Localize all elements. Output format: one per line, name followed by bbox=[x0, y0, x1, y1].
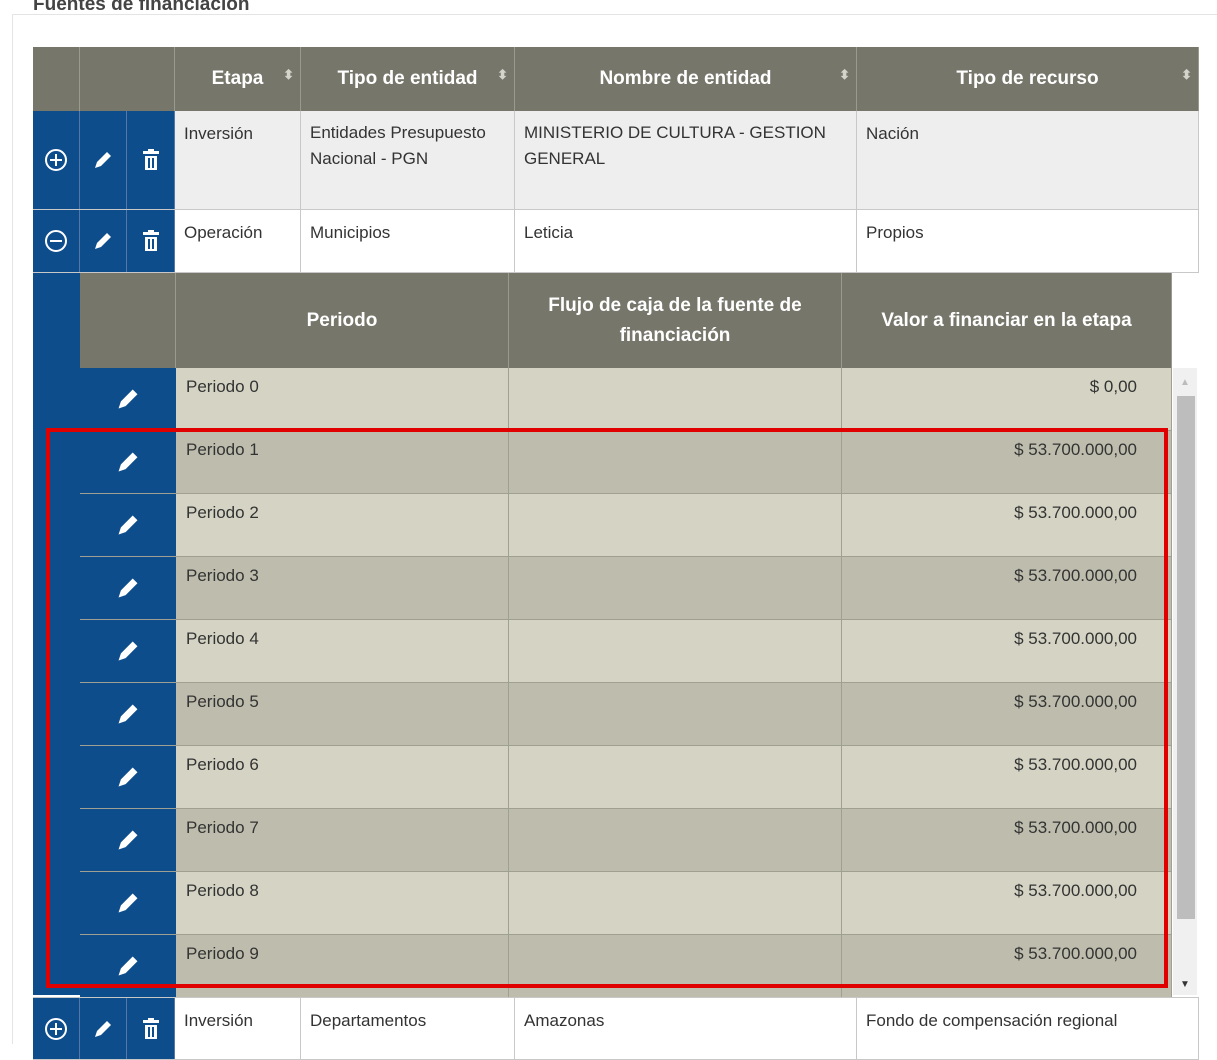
header-tipo-recurso[interactable]: Tipo de recurso ⬍ bbox=[857, 47, 1199, 111]
trash-icon bbox=[142, 1017, 159, 1040]
cell-etapa: Inversión bbox=[175, 111, 301, 209]
cell-tipo-entidad: Municipios bbox=[301, 210, 515, 272]
pencil-icon bbox=[95, 233, 111, 249]
header-nombre-entidad[interactable]: Nombre de entidad ⬍ bbox=[515, 47, 857, 111]
collapse-button[interactable] bbox=[33, 210, 80, 272]
plus-circle-icon bbox=[45, 1017, 67, 1040]
cell-valor: $ 0,00 bbox=[842, 368, 1172, 430]
financing-sources-table: Etapa ⬍ Tipo de entidad ⬍ Nombre de entida… bbox=[33, 47, 1199, 273]
section-title: Fuentes de financiación bbox=[33, 0, 250, 15]
cell-nombre-entidad: Leticia bbox=[515, 210, 857, 272]
header-tipo-entidad[interactable]: Tipo de entidad ⬍ bbox=[301, 47, 515, 111]
sort-icon[interactable]: ⬍ bbox=[497, 68, 508, 81]
cell-periodo: Periodo 0 bbox=[176, 368, 509, 430]
header-flujo: Flujo de caja de la fuente de financiaci… bbox=[509, 273, 842, 368]
sort-icon[interactable]: ⬍ bbox=[283, 68, 294, 81]
cell-tipo-entidad: Entidades Presupuesto Nacional - PGN bbox=[301, 111, 515, 209]
pencil-icon bbox=[118, 389, 138, 409]
scroll-down-arrow-icon[interactable]: ▼ bbox=[1180, 979, 1190, 990]
cell-nombre-entidad: MINISTERIO DE CULTURA - GESTION GENERAL bbox=[515, 111, 857, 209]
edit-button[interactable] bbox=[80, 111, 127, 209]
header-nombre-entidad-label: Nombre de entidad bbox=[599, 68, 772, 89]
table-row: Inversión Entidades Presupuesto Nacional… bbox=[33, 111, 1199, 210]
sort-icon[interactable]: ⬍ bbox=[1181, 68, 1192, 81]
edit-button[interactable] bbox=[80, 210, 127, 272]
financing-sources-table-continued: Inversión Departamentos Amazonas Fondo d… bbox=[33, 997, 1199, 1060]
table-row-expanded: Operación Municipios Leticia Propios bbox=[33, 210, 1199, 273]
period-row: Periodo 0 $ 0,00 bbox=[80, 368, 1172, 431]
header-etapa[interactable]: Etapa ⬍ bbox=[175, 47, 301, 111]
minus-circle-icon bbox=[45, 230, 67, 252]
expand-button[interactable] bbox=[33, 998, 80, 1059]
delete-button[interactable] bbox=[127, 111, 175, 209]
header-periodo: Periodo bbox=[176, 273, 509, 368]
scroll-up-arrow-icon[interactable]: ▲ bbox=[1180, 377, 1190, 388]
header-spacer bbox=[33, 47, 80, 111]
cell-tipo-entidad: Departamentos bbox=[301, 998, 515, 1059]
cell-etapa: Inversión bbox=[175, 998, 301, 1059]
pencil-icon bbox=[95, 1020, 111, 1037]
table-header: Etapa ⬍ Tipo de entidad ⬍ Nombre de entida… bbox=[33, 47, 1199, 111]
edit-button[interactable] bbox=[80, 368, 176, 430]
delete-button[interactable] bbox=[127, 998, 175, 1059]
header-valor: Valor a financiar en la etapa bbox=[842, 273, 1172, 368]
cell-nombre-entidad: Amazonas bbox=[515, 998, 857, 1059]
header-spacer bbox=[80, 47, 175, 111]
subtable-header: Periodo Flujo de caja de la fuente de fi… bbox=[80, 273, 1172, 368]
trash-icon bbox=[142, 230, 159, 252]
cell-tipo-recurso: Propios bbox=[857, 210, 1199, 272]
cell-tipo-recurso: Nación bbox=[857, 111, 1199, 209]
edit-button[interactable] bbox=[80, 998, 127, 1059]
pencil-icon bbox=[95, 152, 111, 168]
header-tipo-entidad-label: Tipo de entidad bbox=[337, 68, 478, 89]
trash-icon bbox=[142, 149, 159, 171]
scrollbar-thumb[interactable] bbox=[1177, 396, 1195, 919]
delete-button[interactable] bbox=[127, 210, 175, 272]
header-tipo-recurso-label: Tipo de recurso bbox=[956, 68, 1099, 89]
cell-etapa: Operación bbox=[175, 210, 301, 272]
cell-flujo bbox=[509, 368, 842, 430]
highlight-box bbox=[46, 428, 1168, 988]
plus-circle-icon bbox=[45, 149, 67, 171]
panel-border-left bbox=[12, 14, 13, 1044]
cell-tipo-recurso: Fondo de compensación regional bbox=[857, 998, 1199, 1059]
header-spacer bbox=[80, 273, 176, 368]
expand-button[interactable] bbox=[33, 111, 80, 209]
sort-icon[interactable]: ⬍ bbox=[839, 68, 850, 81]
table-row: Inversión Departamentos Amazonas Fondo d… bbox=[33, 997, 1199, 1060]
header-etapa-label: Etapa bbox=[211, 68, 264, 89]
